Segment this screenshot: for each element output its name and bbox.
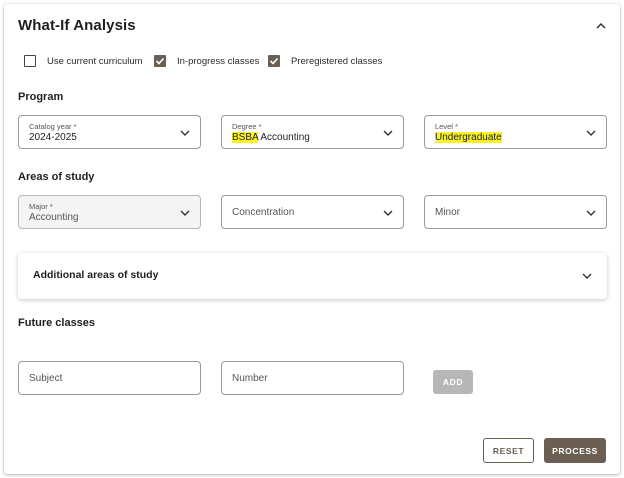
catalog-year-value: 2024-2025: [29, 132, 77, 143]
program-heading: Program: [18, 91, 64, 103]
option-in-progress-classes[interactable]: In-progress classes: [154, 55, 259, 67]
level-select[interactable]: Level * Undergraduate: [424, 115, 607, 149]
option-label: In-progress classes: [177, 55, 260, 67]
chevron-down-icon: [180, 210, 190, 216]
chevron-down-icon: [586, 130, 596, 136]
chevron-down-icon: [586, 210, 596, 216]
option-label: Use current curriculum: [47, 55, 143, 67]
subject-input[interactable]: [18, 361, 201, 395]
option-label: Preregistered classes: [291, 55, 383, 67]
degree-label: Degree *: [232, 122, 262, 131]
minor-placeholder: Minor: [435, 207, 461, 218]
catalog-year-select[interactable]: Catalog year * 2024-2025: [18, 115, 201, 149]
add-button[interactable]: ADD: [433, 370, 473, 394]
degree-code-highlight: BSBA: [232, 132, 259, 143]
check-icon: [269, 57, 279, 65]
chevron-down-icon: [180, 130, 190, 136]
checkbox-checked[interactable]: [154, 55, 166, 67]
degree-name: Accounting: [258, 132, 310, 143]
future-classes-heading: Future classes: [18, 317, 96, 329]
level-value: Undergraduate: [435, 132, 502, 143]
chevron-down-icon: [383, 130, 393, 136]
additional-areas-accordion[interactable]: Additional areas of study: [18, 253, 607, 299]
concentration-select[interactable]: Concentration: [221, 195, 404, 229]
major-select[interactable]: Major * Accounting: [18, 195, 201, 229]
reset-button[interactable]: RESET: [483, 438, 534, 463]
what-if-panel: What-If Analysis Use current curriculum …: [4, 4, 620, 474]
chevron-up-icon[interactable]: [594, 19, 608, 33]
check-icon: [155, 57, 165, 65]
chevron-down-icon: [582, 273, 592, 279]
level-label: Level *: [435, 122, 458, 131]
checkbox-checked[interactable]: [268, 55, 280, 67]
degree-select[interactable]: Degree * BSBA Accounting: [221, 115, 404, 149]
concentration-placeholder: Concentration: [232, 207, 295, 218]
level-value-wrap: Undergraduate: [435, 132, 502, 143]
option-use-current-curriculum[interactable]: Use current curriculum: [24, 55, 143, 67]
catalog-year-label: Catalog year *: [29, 122, 77, 131]
option-preregistered-classes[interactable]: Preregistered classes: [268, 55, 382, 67]
minor-select[interactable]: Minor: [424, 195, 607, 229]
areas-heading: Areas of study: [18, 171, 95, 183]
major-label: Major *: [29, 202, 53, 211]
additional-areas-title: Additional areas of study: [33, 269, 159, 281]
panel-title: What-If Analysis: [18, 17, 136, 34]
number-input[interactable]: [221, 361, 404, 395]
checkbox-unchecked[interactable]: [24, 55, 36, 67]
chevron-down-icon: [383, 210, 393, 216]
degree-value: BSBA Accounting: [232, 132, 310, 143]
process-button[interactable]: PROCESS: [544, 438, 606, 463]
major-value: Accounting: [29, 212, 79, 223]
